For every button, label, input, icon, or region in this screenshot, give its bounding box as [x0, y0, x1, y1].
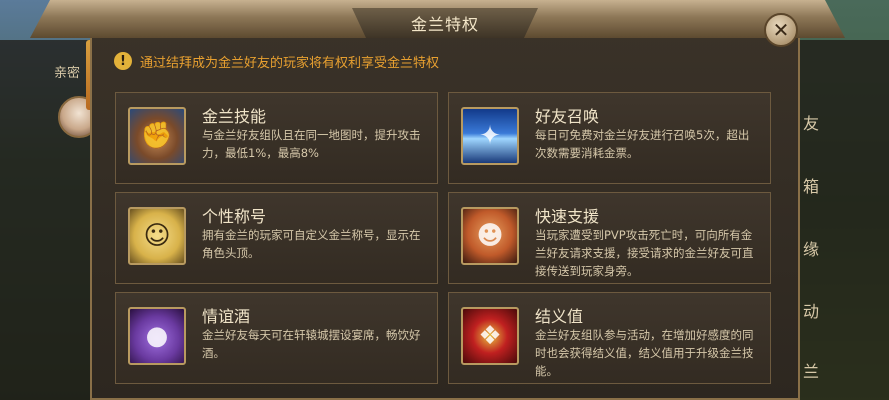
wine-gourd-icon: ● [128, 307, 186, 365]
title-book-icon: ☺ [128, 207, 186, 265]
notice-bar: ! 通过结拜成为金兰好友的玩家将有权利享受金兰特权 [114, 50, 439, 72]
close-icon: ✕ [772, 18, 790, 42]
privilege-desc: 与金兰好友组队且在同一地图时，提升攻击力，最低1%，最高8% [202, 128, 421, 160]
privilege-title: 好友召唤 [535, 107, 600, 126]
privilege-title: 个性称号 [202, 207, 267, 226]
summon-icon: ✦ [461, 107, 519, 165]
privilege-card-bond[interactable]: ❖ 结义值 金兰好友组队参与活动，在增加好感度的同时也会获得结义值，结义值用于升… [448, 292, 771, 384]
privilege-card-summon[interactable]: ✦ 好友召唤 每日可免费对金兰好友进行召唤5次，超出次数需要消耗金票。 [448, 92, 771, 184]
privilege-desc: 当玩家遭受到PVP攻击死亡时，可向所有金兰好友请求支援，接受请求的金兰好友可直接… [535, 228, 754, 278]
privilege-desc: 金兰好友组队参与活动，在增加好感度的同时也会获得结义值，结义值用于升级金兰技能。 [535, 328, 754, 378]
right-side-panel [793, 40, 889, 400]
right-tab-1[interactable]: 友 [803, 110, 819, 134]
right-tab-4[interactable]: 动 [803, 298, 819, 322]
right-tab-3[interactable]: 缘 [803, 236, 819, 260]
privilege-card-wine[interactable]: ● 情谊酒 金兰好友每天可在轩辕城摆设宴席，畅饮好酒。 [115, 292, 438, 384]
dialog-title: 金兰特权 [410, 15, 479, 34]
notice-text: 通过结拜成为金兰好友的玩家将有权利享受金兰特权 [140, 55, 440, 71]
right-tab-2[interactable]: 箱 [803, 173, 819, 197]
left-side-panel [0, 40, 96, 400]
exclamation-icon: ! [114, 52, 132, 70]
privilege-card-title[interactable]: ☺ 个性称号 拥有金兰的玩家可自定义金兰称号，显示在角色头顶。 [115, 192, 438, 284]
privilege-desc: 每日可免费对金兰好友进行召唤5次，超出次数需要消耗金票。 [535, 128, 750, 160]
fist-icon: ✊ [128, 107, 186, 165]
privilege-card-support[interactable]: ☻ 快速支援 当玩家遭受到PVP攻击死亡时，可向所有金兰好友请求支援，接受请求的… [448, 192, 771, 284]
right-tab-5[interactable]: 兰 [803, 358, 819, 382]
privilege-title: 情谊酒 [202, 307, 251, 326]
close-button[interactable]: ✕ [764, 13, 798, 47]
privilege-desc: 拥有金兰的玩家可自定义金兰称号，显示在角色头顶。 [202, 228, 421, 260]
privilege-title: 结义值 [535, 307, 584, 326]
privilege-title: 金兰技能 [202, 107, 267, 126]
privilege-desc: 金兰好友每天可在轩辕城摆设宴席，畅饮好酒。 [202, 328, 421, 360]
shout-icon: ☻ [461, 207, 519, 265]
privilege-title: 快速支援 [535, 207, 600, 226]
left-tab-intimacy[interactable]: 亲密 [54, 62, 80, 81]
chinese-knot-icon: ❖ [461, 307, 519, 365]
privilege-card-skill[interactable]: ✊ 金兰技能 与金兰好友组队且在同一地图时，提升攻击力，最低1%，最高8% [115, 92, 438, 184]
